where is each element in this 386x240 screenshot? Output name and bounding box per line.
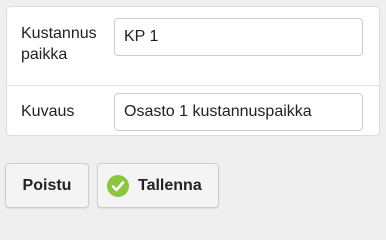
form-row-cost-center: Kustannus paikka — [7, 7, 379, 85]
cost-center-label: Kustannus paikka — [21, 25, 97, 63]
save-button[interactable]: Tallenna — [97, 163, 219, 208]
close-button-label: Poistu — [22, 176, 72, 194]
close-button[interactable]: Poistu — [5, 163, 89, 208]
save-button-label: Tallenna — [138, 176, 202, 194]
cost-center-input[interactable] — [114, 18, 363, 56]
description-input[interactable] — [114, 93, 363, 131]
description-label: Kuvaus — [21, 103, 75, 120]
check-circle-bg — [107, 174, 129, 197]
cost-center-form: Kustannus paikka Kuvaus — [6, 6, 380, 136]
form-row-description: Kuvaus — [7, 85, 379, 138]
check-circle-icon — [107, 174, 129, 197]
